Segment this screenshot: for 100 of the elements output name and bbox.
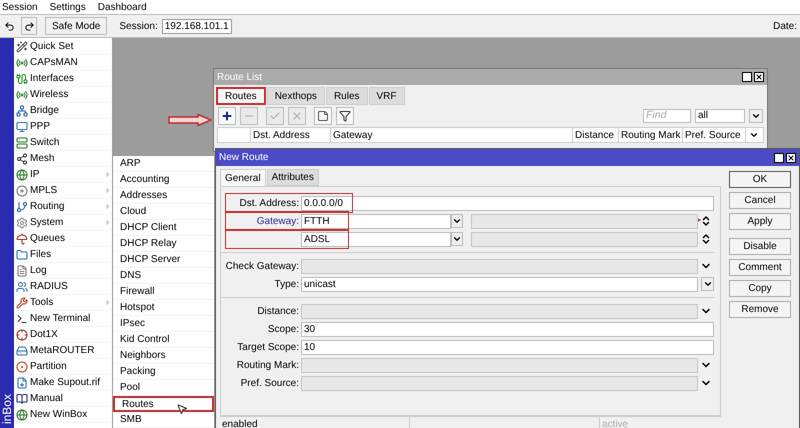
field-label: Scope: [266, 322, 300, 336]
network-icon [16, 104, 28, 116]
dropdown-field[interactable] [301, 358, 698, 372]
dialog-button[interactable]: Comment [729, 259, 791, 276]
dropdown-field[interactable] [301, 376, 698, 390]
text-field[interactable]: 30 [301, 322, 714, 336]
submenu-item[interactable]: Routes [113, 396, 214, 412]
dropdown-button[interactable] [701, 277, 714, 291]
submenu-item[interactable]: Pool [113, 380, 214, 396]
close-icon[interactable] [754, 72, 764, 82]
field-label: Routing Mark: [236, 358, 300, 372]
dialog-button[interactable]: OK [729, 171, 791, 188]
session-field[interactable]: 192.168.101.1 [162, 18, 232, 34]
window-title: New Route [219, 151, 270, 165]
up-down-icon[interactable] [700, 233, 712, 245]
dialog-button[interactable]: Cancel [729, 192, 791, 209]
submenu-caret-icon [104, 219, 111, 226]
submenu-item[interactable]: SMB [113, 412, 214, 428]
column-header[interactable]: Pref. Source [683, 128, 746, 142]
sidebar-item[interactable]: Switch [14, 135, 112, 151]
dropdown-button[interactable] [749, 109, 763, 123]
submenu-item[interactable]: Accounting [113, 172, 214, 188]
dropdown-field[interactable] [301, 304, 698, 318]
gateway-field[interactable]: ADSL [301, 232, 451, 246]
submenu-item[interactable]: Hotspot [113, 300, 214, 316]
tab[interactable]: General [220, 169, 266, 186]
field-label: Target Scope: [236, 340, 300, 354]
submenu-item[interactable]: IPsec [113, 316, 214, 332]
dialog-button[interactable]: Remove [729, 301, 791, 318]
dialog-button[interactable]: Disable [729, 238, 791, 255]
settings-icon [16, 216, 28, 228]
dialog-button[interactable]: Copy [729, 280, 791, 297]
dropdown-button[interactable] [451, 214, 463, 228]
tab[interactable]: Routes [216, 87, 266, 105]
branch-icon [16, 200, 28, 212]
filter-icon [339, 110, 351, 122]
dropdown-button[interactable] [451, 232, 463, 246]
globe-icon [16, 168, 28, 180]
server-icon [16, 136, 28, 148]
close-icon[interactable] [786, 152, 796, 162]
submenu-item[interactable]: Addresses [113, 188, 214, 204]
filter-select[interactable]: all [695, 109, 745, 123]
add-button[interactable] [218, 107, 236, 125]
date-label: Date: [773, 20, 798, 34]
antenna-icon [16, 88, 28, 100]
comment-button[interactable] [314, 107, 332, 125]
field-label: Dst. Address: [238, 196, 300, 210]
submenu-item[interactable]: Packing [113, 364, 214, 380]
submenu-item[interactable]: Neighbors [113, 348, 214, 364]
submenu-item[interactable]: DNS [113, 268, 214, 284]
gateway-field[interactable]: FTTH [301, 214, 451, 228]
submenu-item[interactable]: ARP [113, 156, 214, 172]
submenu-item[interactable]: Kid Control [113, 332, 214, 348]
tab[interactable]: Nexthops [266, 87, 325, 105]
field-label: Pref. Source: [240, 376, 300, 390]
status-text: active [601, 418, 630, 428]
columns-menu-icon[interactable] [749, 130, 759, 140]
tab[interactable]: Rules [326, 87, 368, 105]
submenu-item[interactable]: DHCP Server [113, 252, 214, 268]
menu-item[interactable]: Session [2, 0, 38, 14]
submenu-item[interactable]: DHCP Client [113, 220, 214, 236]
caret-icon [702, 279, 712, 289]
find-field[interactable]: Find [643, 109, 691, 123]
safe-mode-button[interactable]: Safe Mode [45, 17, 108, 35]
column-header[interactable]: Dst. Address [251, 128, 331, 142]
dropdown-field[interactable] [301, 258, 698, 274]
field-label: Check Gateway: [224, 260, 300, 274]
maximize-icon[interactable] [742, 72, 752, 82]
submenu-caret-icon [104, 203, 111, 210]
redo-button[interactable] [21, 17, 37, 35]
tab[interactable]: Attributes [266, 169, 319, 186]
add-icon [221, 110, 233, 122]
column-header[interactable]: Distance [573, 128, 619, 142]
text-field[interactable]: 10 [301, 340, 714, 354]
sidebar-item[interactable]: IP [14, 167, 112, 183]
type-field[interactable]: unicast [301, 276, 698, 292]
menu-item[interactable]: Dashboard [98, 0, 147, 14]
tab[interactable]: VRF [368, 87, 405, 105]
users-icon [16, 280, 28, 292]
column-header[interactable]: Routing Mark [619, 128, 683, 142]
text-field[interactable]: 0.0.0.0/0 [301, 196, 714, 210]
submenu-item[interactable]: DHCP Relay [113, 236, 214, 252]
antenna-icon [16, 56, 28, 68]
session-label: Session: [119, 20, 158, 34]
field-label: Gateway: [256, 214, 300, 228]
field-label: Distance: [256, 304, 300, 318]
maximize-icon[interactable] [774, 152, 784, 162]
submenu-item[interactable]: Firewall [113, 284, 214, 300]
crosshair-icon [16, 328, 28, 340]
filter-button[interactable] [336, 107, 354, 125]
up-down-icon[interactable] [700, 215, 712, 227]
annotation-arrow-icon [168, 114, 212, 126]
submenu-item[interactable]: Cloud [113, 204, 214, 220]
menu-item[interactable]: Settings [50, 0, 86, 14]
dialog-button[interactable]: Apply [729, 213, 791, 230]
redo-icon [24, 20, 34, 32]
globe-icon [16, 408, 28, 420]
column-header[interactable]: Gateway [331, 128, 573, 142]
field-label: Type: [274, 278, 300, 292]
sidebar-item[interactable]: New WinBox [14, 407, 112, 423]
